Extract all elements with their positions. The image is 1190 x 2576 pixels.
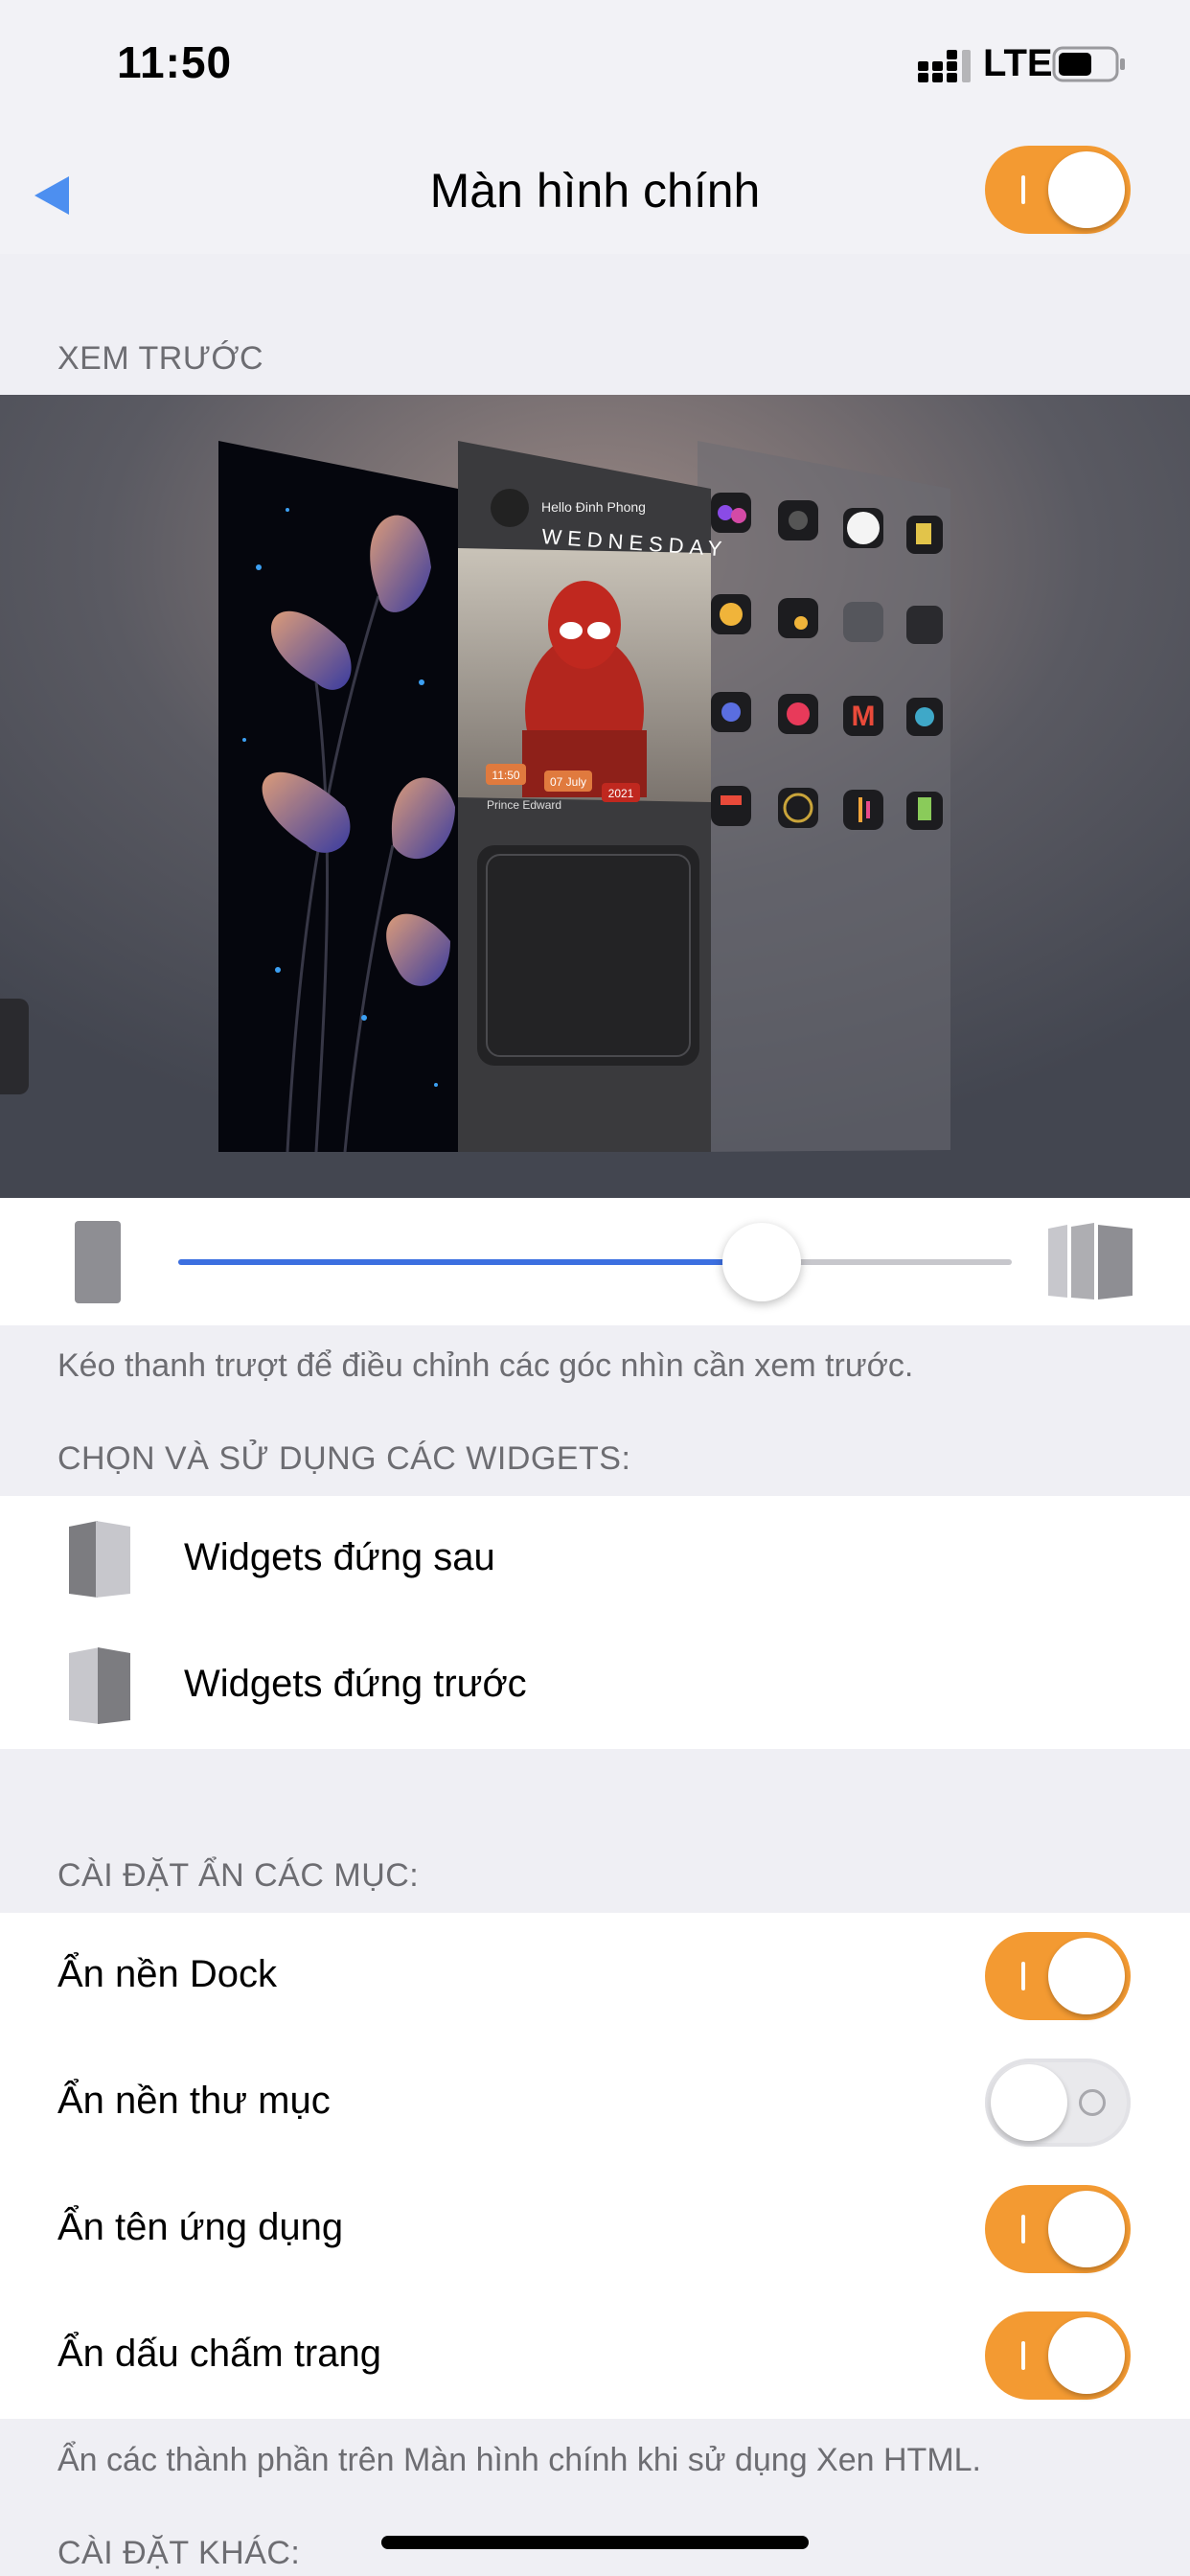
hide-app-names-label: Ẩn tên ứng dụng <box>57 2206 344 2248</box>
single-layer-icon <box>75 1221 121 1303</box>
widget-date: 07 July <box>550 775 586 789</box>
slider-thumb[interactable] <box>722 1223 801 1301</box>
widgets-front-row[interactable]: Widgets đứng trước <box>0 1622 1190 1749</box>
battery-icon <box>1052 46 1125 82</box>
hide-settings-header: CÀI ĐẶT ẨN CÁC MỤC: <box>57 1857 420 1894</box>
widgets-header: CHỌN VÀ SỬ DỤNG CÁC WIDGETS: <box>57 1440 631 1477</box>
preview-angle-row <box>0 1198 1190 1325</box>
hide-folder-row: Ẩn nền thư mục <box>0 2039 1190 2166</box>
hide-dock-label: Ẩn nền Dock <box>57 1953 278 1995</box>
toggle-knob <box>991 2064 1067 2141</box>
toggle-on-mark <box>1021 2341 1025 2370</box>
preview-header: XEM TRƯỚC <box>57 340 264 377</box>
widgets-back-row[interactable]: Widgets đứng sau <box>0 1496 1190 1622</box>
widgets-back-icon <box>69 1521 130 1598</box>
other-settings-header: CÀI ĐẶT KHÁC: <box>57 2535 301 2571</box>
toggle-knob <box>1048 1938 1125 2014</box>
widgets-back-label: Widgets đứng sau <box>184 1536 495 1578</box>
hide-dock-toggle[interactable] <box>985 1932 1131 2020</box>
hide-app-names-row: Ẩn tên ứng dụng <box>0 2166 1190 2292</box>
hide-settings-list: Ẩn nền Dock Ẩn nền thư mục Ẩn tên ứng dụ… <box>0 1913 1190 2419</box>
svg-text:M: M <box>852 701 876 732</box>
toggle-off-mark <box>1079 2089 1106 2116</box>
toggle-knob <box>1048 2191 1125 2267</box>
toggle-knob <box>1048 2317 1125 2394</box>
widgets-front-label: Widgets đứng trước <box>184 1663 527 1705</box>
widgets-list: Widgets đứng sau Widgets đứng trước <box>0 1496 1190 1749</box>
signal-icon <box>918 50 971 82</box>
hide-settings-hint: Ẩn các thành phần trên Màn hình chính kh… <box>57 2442 982 2478</box>
preview-image: M Hello Đinh Phong WEDNESDAY 11:50 07 Ju… <box>0 395 1190 1198</box>
slider-hint: Kéo thanh trượt để điều chỉnh các góc nh… <box>57 1347 914 1384</box>
home-screen-toggle[interactable] <box>985 146 1131 234</box>
widget-year: 2021 <box>608 787 634 800</box>
home-indicator[interactable] <box>381 2536 809 2549</box>
widget-greeting: Hello Đinh Phong <box>541 499 646 515</box>
toggle-on-mark <box>1021 175 1025 204</box>
hide-folder-toggle[interactable] <box>985 2058 1131 2147</box>
hide-dock-row: Ẩn nền Dock <box>0 1913 1190 2039</box>
widget-name: Prince Edward <box>487 798 561 812</box>
hide-page-dots-toggle[interactable] <box>985 2312 1131 2400</box>
toggle-knob <box>1048 151 1125 228</box>
toggle-on-mark <box>1021 2215 1025 2243</box>
nav-bar: Màn hình chính <box>0 125 1190 254</box>
hide-page-dots-label: Ẩn dấu chấm trang <box>57 2333 381 2375</box>
widget-time: 11:50 <box>492 769 519 782</box>
hide-page-dots-row: Ẩn dấu chấm trang <box>0 2292 1190 2419</box>
hide-folder-label: Ẩn nền thư mục <box>57 2080 331 2122</box>
multi-layer-icon <box>1048 1223 1133 1300</box>
toggle-on-mark <box>1021 1962 1025 1990</box>
status-time: 11:50 <box>117 37 233 87</box>
preview-illustration: M Hello Đinh Phong WEDNESDAY 11:50 07 Ju… <box>0 395 1190 1198</box>
widgets-front-icon <box>69 1647 130 1724</box>
slider-fill <box>178 1259 762 1265</box>
hide-app-names-toggle[interactable] <box>985 2185 1131 2273</box>
status-bar: 11:50 LTE <box>0 0 1190 125</box>
network-type: LTE <box>983 42 1053 84</box>
